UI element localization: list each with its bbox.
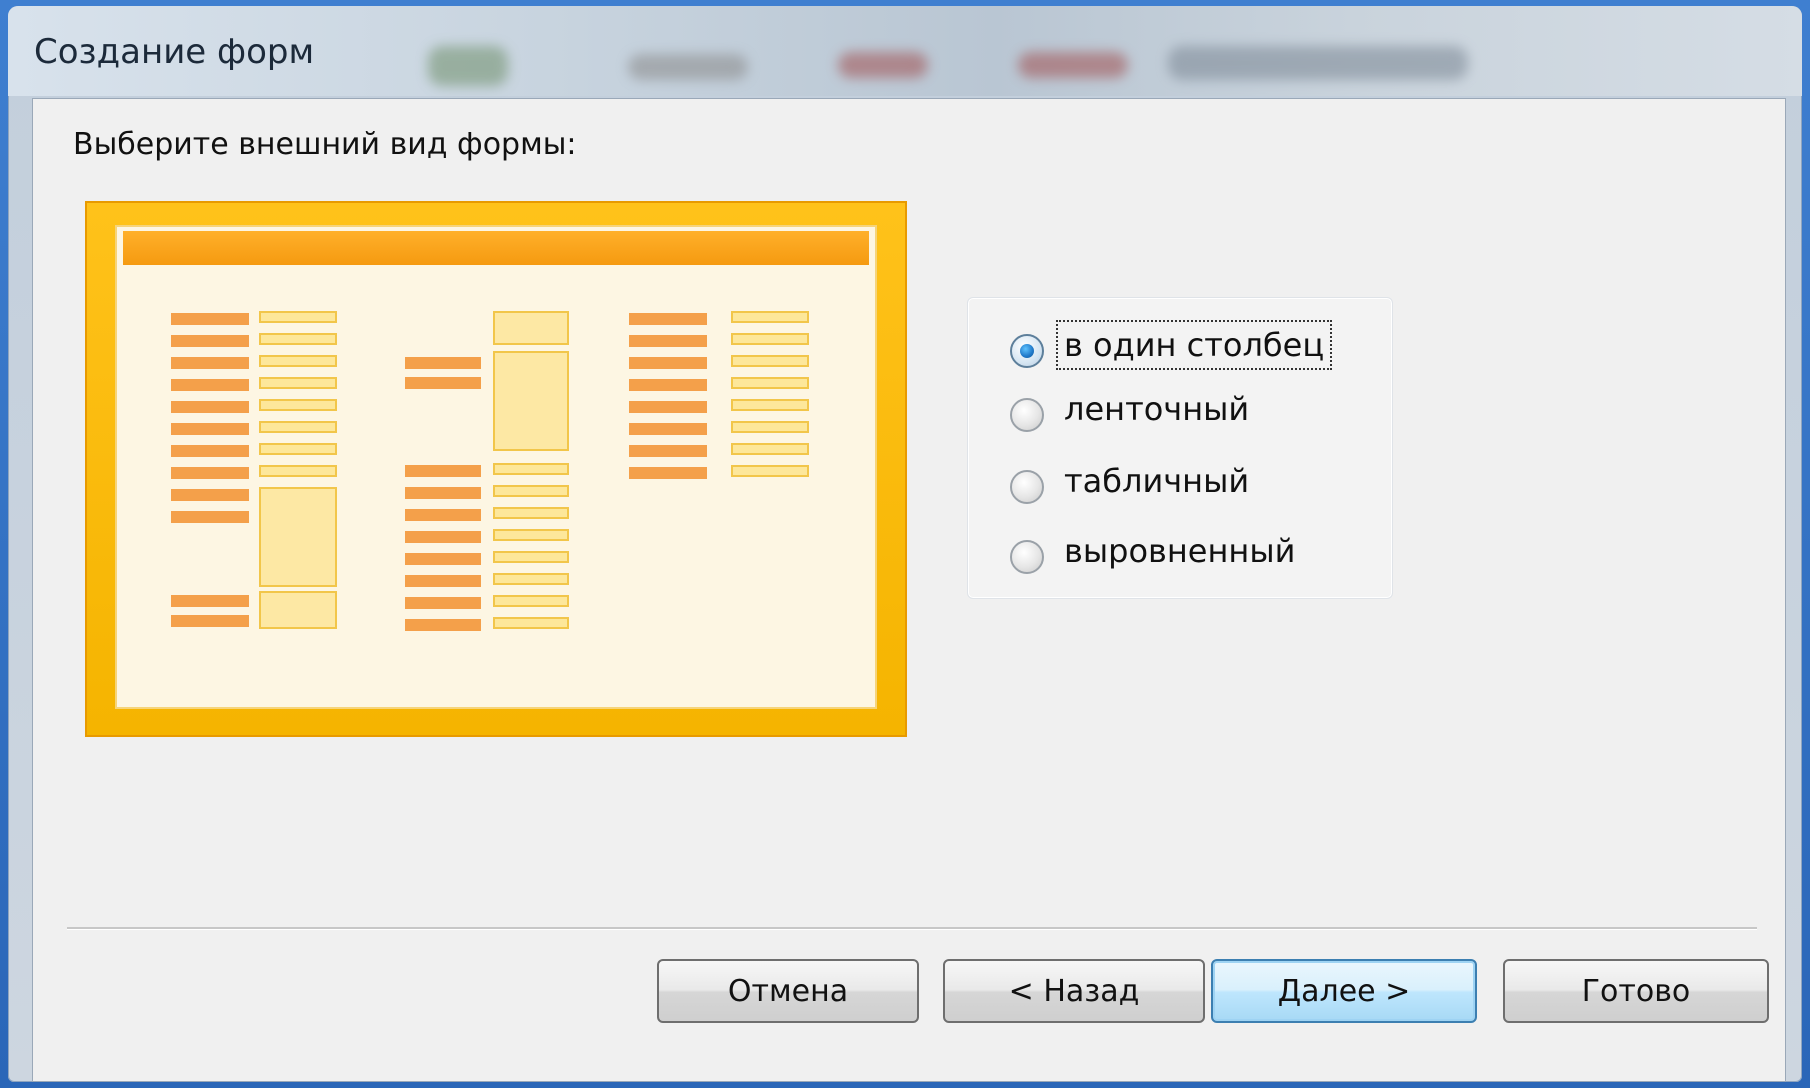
next-button[interactable]: Далее > [1211,959,1477,1023]
preview-form-header [123,231,869,265]
option-datasheet-label: табличный [1064,462,1250,500]
wizard-body: Выберите внешний вид формы: в один столб… [32,98,1786,1082]
finish-button[interactable]: Готово [1503,959,1769,1023]
option-tabular[interactable]: ленточный [1010,384,1255,434]
window-title: Создание форм [34,32,315,72]
dialog-window: Создание форм Выберите внешний вид формы… [8,6,1802,1082]
option-columnar[interactable]: в один столбец [1010,320,1333,370]
instruction-label: Выберите внешний вид формы: [73,127,577,162]
cancel-button[interactable]: Отмена [657,959,919,1023]
radio-tabular[interactable] [1010,398,1044,432]
button-separator [67,927,1757,930]
radio-datasheet[interactable] [1010,470,1044,504]
radio-justified[interactable] [1010,540,1044,574]
layout-options-group: в один столбец ленточный табличный выров… [967,297,1393,599]
radio-columnar[interactable] [1010,334,1044,368]
option-justified[interactable]: выровненный [1010,526,1301,576]
option-justified-label: выровненный [1064,532,1296,570]
option-columnar-label: в один столбец [1055,320,1333,370]
title-bar: Создание форм [8,6,1802,96]
preview-form-sample [115,225,877,709]
option-datasheet[interactable]: табличный [1010,456,1255,506]
option-tabular-label: ленточный [1064,390,1250,428]
layout-preview [85,201,907,737]
back-button[interactable]: < Назад [943,959,1205,1023]
